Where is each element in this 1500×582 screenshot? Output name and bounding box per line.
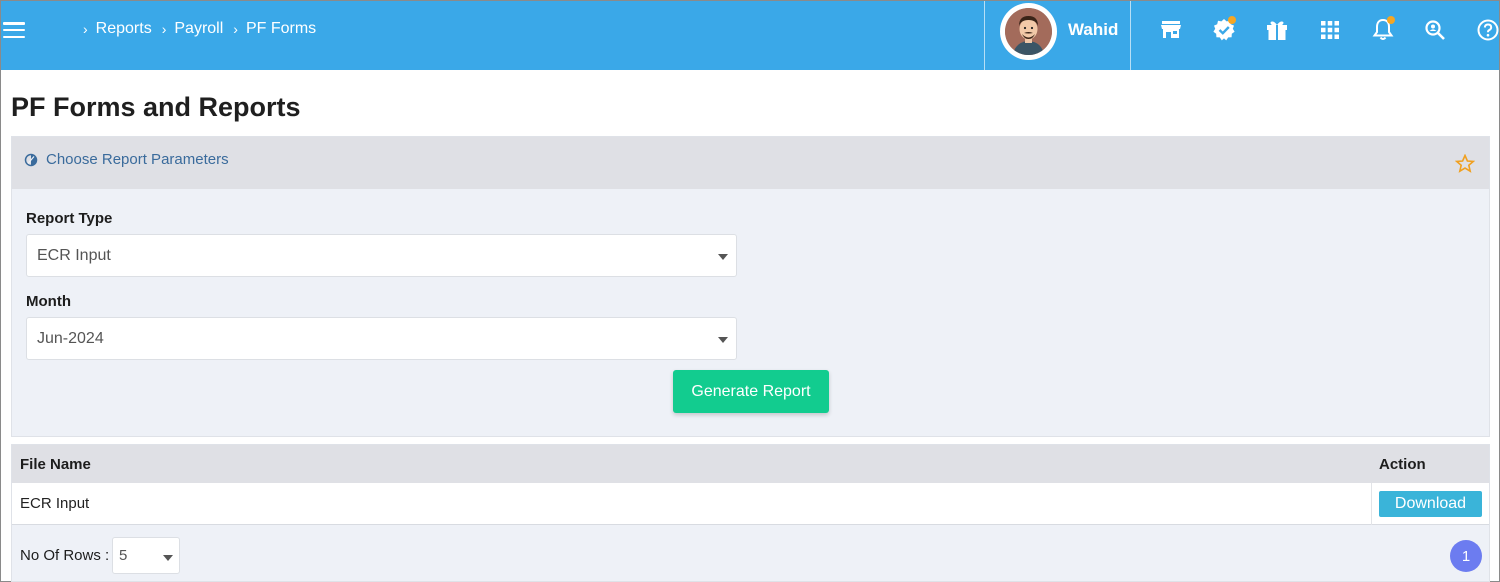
params-header[interactable]: Choose Report Parameters [12, 137, 1489, 189]
column-header-action: Action [1379, 456, 1426, 473]
results-table: File Name Action ECR Input Download No O… [11, 444, 1490, 582]
top-bar: › Reports › Payroll › PF Forms Wahid [1, 1, 1499, 70]
chevron-right-icon: › [233, 21, 238, 37]
notification-dot [1387, 16, 1395, 24]
caret-down-icon [718, 254, 728, 260]
caret-down-icon [163, 555, 173, 561]
month-label: Month [26, 293, 71, 310]
store-icon[interactable] [1159, 18, 1183, 42]
generate-report-button[interactable]: Generate Report [673, 370, 829, 413]
breadcrumb-item-payroll[interactable]: Payroll [174, 20, 223, 38]
breadcrumb-item-reports[interactable]: Reports [96, 20, 152, 38]
notification-dot [1228, 16, 1236, 24]
apps-grid-icon[interactable] [1318, 18, 1342, 42]
user-name[interactable]: Wahid [1068, 20, 1118, 40]
bell-icon[interactable] [1371, 16, 1395, 42]
chevron-right-icon: › [161, 21, 167, 37]
avatar[interactable] [1000, 3, 1057, 60]
breadcrumb-item-pf-forms[interactable]: PF Forms [246, 20, 316, 38]
cell-divider [1371, 483, 1372, 525]
pagination-page-1[interactable]: 1 [1450, 540, 1482, 572]
report-type-label: Report Type [26, 210, 113, 227]
rows-per-page-value: 5 [119, 547, 128, 564]
download-button[interactable]: Download [1379, 491, 1482, 517]
report-parameters-panel: Choose Report Parameters Report Type ECR… [11, 136, 1490, 437]
search-people-icon[interactable] [1423, 18, 1447, 42]
table-row: ECR Input Download [12, 483, 1489, 525]
rows-per-page-label: No Of Rows : [20, 547, 110, 564]
avatar-image [1005, 8, 1052, 55]
month-select[interactable]: Jun-2024 [26, 317, 737, 360]
file-name-cell: ECR Input [20, 495, 90, 512]
rows-per-page-select[interactable]: 5 [112, 537, 180, 574]
divider [984, 1, 985, 70]
menu-icon[interactable] [3, 22, 25, 38]
column-header-file-name: File Name [20, 456, 91, 473]
breadcrumb: › Reports › Payroll › PF Forms [83, 20, 326, 38]
divider [1130, 1, 1131, 70]
chevron-right-icon: › [83, 21, 88, 37]
table-header: File Name Action [12, 445, 1489, 483]
gift-icon[interactable] [1265, 18, 1289, 42]
caret-down-icon [718, 337, 728, 343]
report-type-value: ECR Input [37, 247, 111, 264]
month-value: Jun-2024 [37, 330, 104, 347]
report-type-select[interactable]: ECR Input [26, 234, 737, 277]
star-icon[interactable] [1455, 154, 1475, 174]
help-icon[interactable] [1476, 18, 1500, 42]
parameters-icon [24, 153, 38, 166]
params-header-title: Choose Report Parameters [46, 151, 229, 168]
params-header-title-wrap: Choose Report Parameters [24, 151, 229, 168]
page-title: PF Forms and Reports [11, 92, 301, 122]
verified-badge-icon[interactable] [1212, 16, 1236, 42]
